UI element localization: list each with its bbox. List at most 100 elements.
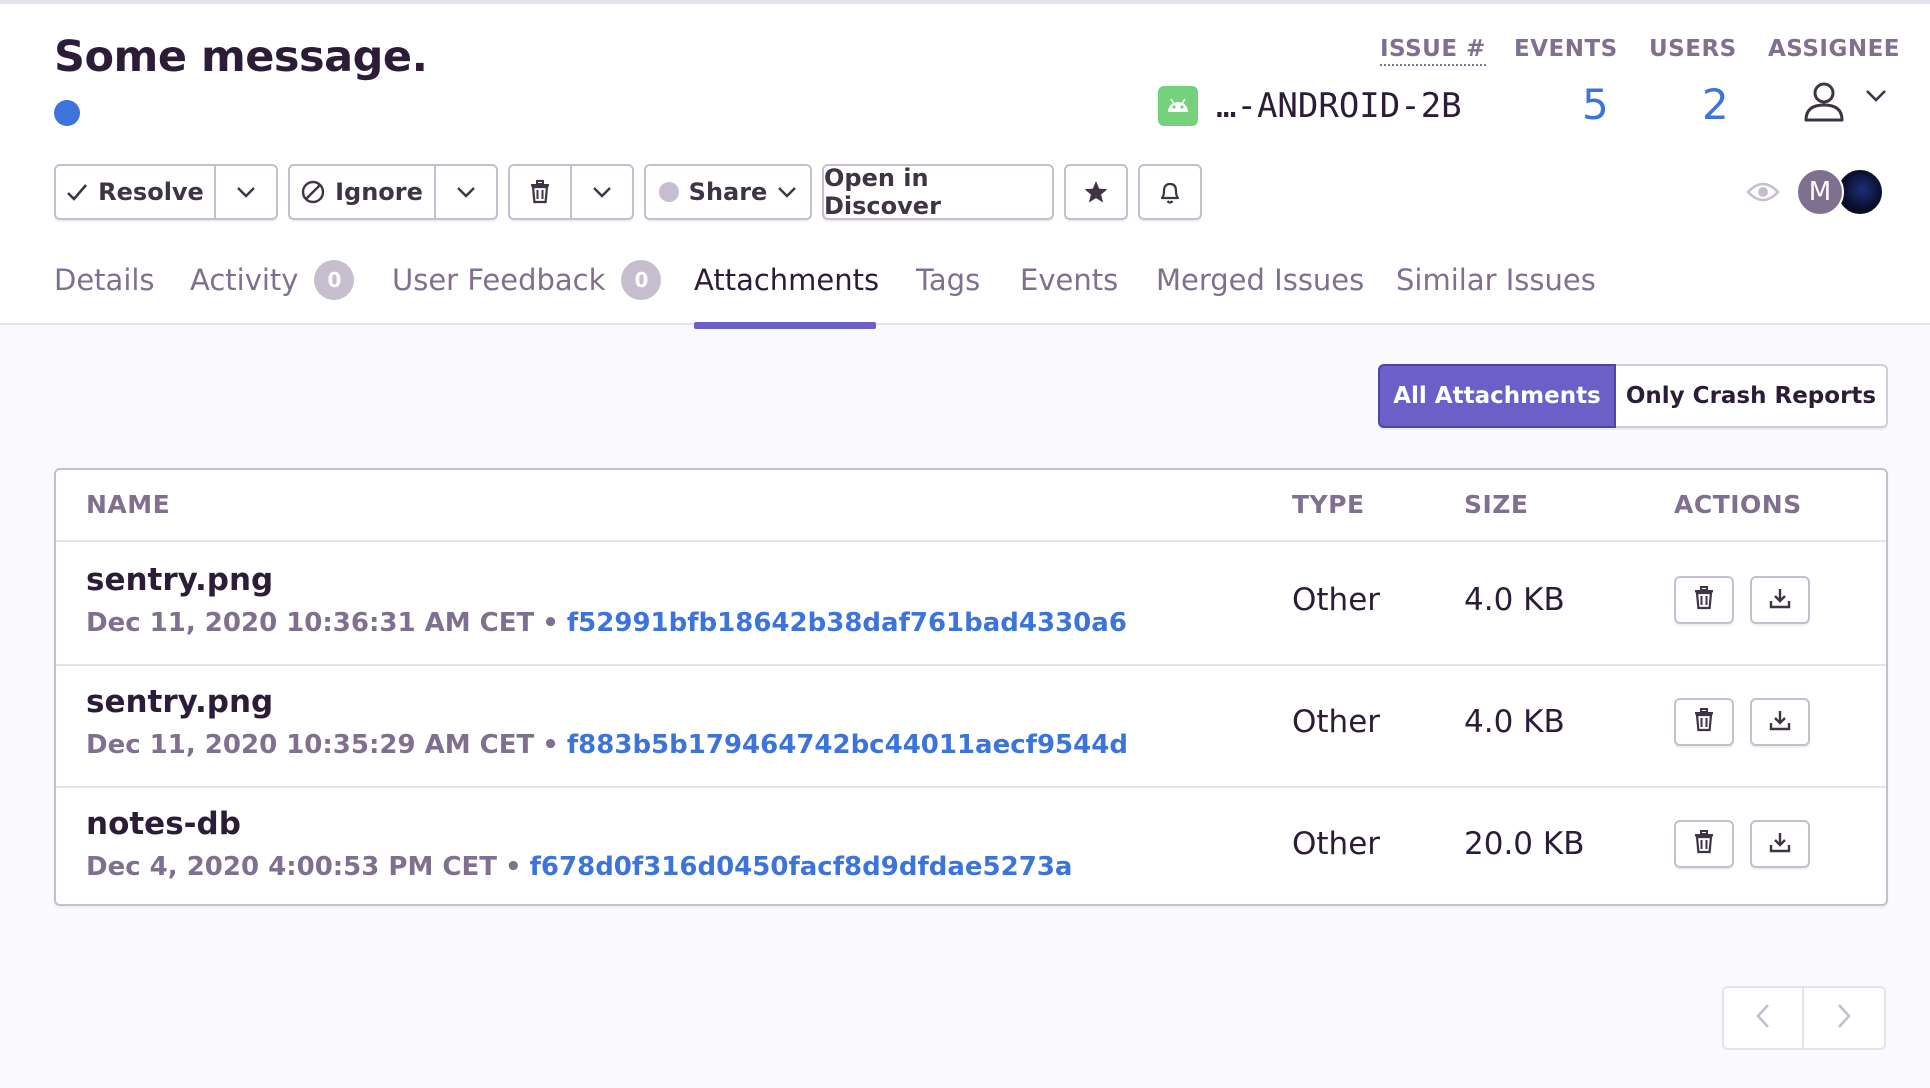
tab-user-feedback[interactable]: User Feedback 0 [392,260,662,300]
delete-button[interactable] [510,166,572,218]
tab-attachments[interactable]: Attachments [694,260,879,300]
attachment-date: Dec 4, 2020 4:00:53 PM CET [86,852,497,882]
delete-dropdown-button[interactable] [572,166,632,218]
attachment-name: sentry.png [86,562,274,598]
download-attachment-button[interactable] [1750,820,1810,868]
tab-activity[interactable]: Activity 0 [190,260,355,300]
users-count[interactable]: 2 [1702,80,1729,129]
delete-button-group [508,164,634,220]
delete-attachment-button[interactable] [1674,698,1734,746]
eye-icon [1746,180,1780,204]
status-dot [54,100,80,126]
attachment-meta: Dec 4, 2020 4:00:53 PM CET • f678d0f316d04… [86,852,1073,882]
avatar[interactable]: M [1796,168,1844,216]
column-header-name: NAME [86,490,171,519]
open-in-discover-button[interactable]: Open in Discover [822,164,1054,220]
next-page-button[interactable] [1804,986,1886,1050]
assignee-label: ASSIGNEE [1768,36,1901,62]
android-icon [1158,86,1198,126]
trash-icon [1693,708,1715,736]
issue-number-label[interactable]: ISSUE # [1380,36,1486,66]
pagination [1722,986,1886,1050]
chevron-down-icon [235,185,257,199]
activity-count-badge: 0 [314,260,355,300]
active-tab-indicator [694,322,876,329]
trash-icon [1693,586,1715,614]
users-label: USERS [1649,36,1737,62]
share-button[interactable]: Share [644,164,812,220]
only-crash-reports-button[interactable]: Only Crash Reports [1616,364,1888,428]
resolve-dropdown-button[interactable] [216,166,276,218]
trash-icon [1693,830,1715,858]
ignore-button-group: Ignore [288,164,498,220]
share-label: Share [688,178,768,206]
bell-icon [1158,179,1182,205]
resolve-label: Resolve [98,178,204,206]
issue-short-id[interactable]: …-ANDROID-2B [1216,86,1462,126]
attachment-size: 4.0 KB [1464,582,1565,618]
chevron-left-icon [1755,1002,1771,1034]
tab-tags[interactable]: Tags [916,260,980,300]
attachment-name: notes-db [86,806,241,842]
attachment-date: Dec 11, 2020 10:35:29 AM CET [86,730,535,760]
open-in-discover-label: Open in Discover [824,164,941,220]
download-attachment-button[interactable] [1750,698,1810,746]
tab-details[interactable]: Details [54,260,155,300]
attachment-size: 20.0 KB [1464,826,1585,862]
star-icon [1083,179,1109,205]
column-header-actions: ACTIONS [1674,490,1802,519]
tab-events[interactable]: Events [1020,260,1118,300]
table-row: sentry.png Dec 11, 2020 10:35:29 AM CET •… [56,664,1886,786]
attachment-size: 4.0 KB [1464,704,1565,740]
events-count[interactable]: 5 [1582,80,1609,129]
all-attachments-button[interactable]: All Attachments [1378,364,1616,428]
subscribe-button[interactable] [1138,164,1202,220]
attachments-table: NAME TYPE SIZE ACTIONS sentry.png Dec 11… [54,468,1888,906]
download-icon [1768,586,1792,614]
divider [56,786,1886,788]
column-header-type: TYPE [1292,490,1365,519]
trash-icon [529,180,551,204]
check-icon [66,182,88,202]
attachment-type: Other [1292,582,1381,618]
attachment-meta: Dec 11, 2020 10:36:31 AM CET • f52991bfb18… [86,608,1127,638]
event-id-link[interactable]: f52991bfb18642b38daf761bad4330a6 [567,608,1127,638]
resolve-button-group: Resolve [54,164,278,220]
user-icon[interactable] [1800,80,1848,122]
chevron-right-icon [1836,1002,1852,1034]
table-row: sentry.png Dec 11, 2020 10:36:31 AM CET •… [56,542,1886,664]
ignore-icon [301,180,325,204]
ignore-button[interactable]: Ignore [290,166,436,218]
attachment-date: Dec 11, 2020 10:36:31 AM CET [86,608,535,638]
attachment-filter: All Attachments Only Crash Reports [1378,364,1888,428]
chevron-down-icon[interactable] [1864,88,1888,104]
events-label: EVENTS [1514,36,1618,62]
download-attachment-button[interactable] [1750,576,1810,624]
user-feedback-count-badge: 0 [621,260,662,300]
bookmark-button[interactable] [1064,164,1128,220]
share-status-dot [658,182,679,202]
issue-header: Some message. ISSUE # EVENTS USERS ASSIG… [0,0,1930,329]
attachment-type: Other [1292,704,1381,740]
tab-similar-issues[interactable]: Similar Issues [1396,260,1596,300]
chevron-down-icon [455,185,477,199]
attachment-meta: Dec 11, 2020 10:35:29 AM CET • f883b5b1794… [86,730,1128,760]
chevron-down-icon [591,185,613,199]
column-header-size: SIZE [1464,490,1529,519]
attachment-type: Other [1292,826,1381,862]
resolve-button[interactable]: Resolve [56,166,216,218]
ignore-dropdown-button[interactable] [436,166,496,218]
event-id-link[interactable]: f678d0f316d0450facf8d9dfdae5273a [530,852,1073,882]
chevron-down-icon [777,186,797,199]
table-row: notes-db Dec 4, 2020 4:00:53 PM CET • f678… [56,786,1886,904]
ignore-label: Ignore [335,178,423,206]
issue-title: Some message. [54,32,428,82]
event-id-link[interactable]: f883b5b179464742bc44011aecf9544d [567,730,1128,760]
divider [56,664,1886,666]
download-icon [1768,830,1792,858]
tab-merged-issues[interactable]: Merged Issues [1156,260,1364,300]
delete-attachment-button[interactable] [1674,820,1734,868]
previous-page-button[interactable] [1722,986,1804,1050]
delete-attachment-button[interactable] [1674,576,1734,624]
attachment-name: sentry.png [86,684,274,720]
